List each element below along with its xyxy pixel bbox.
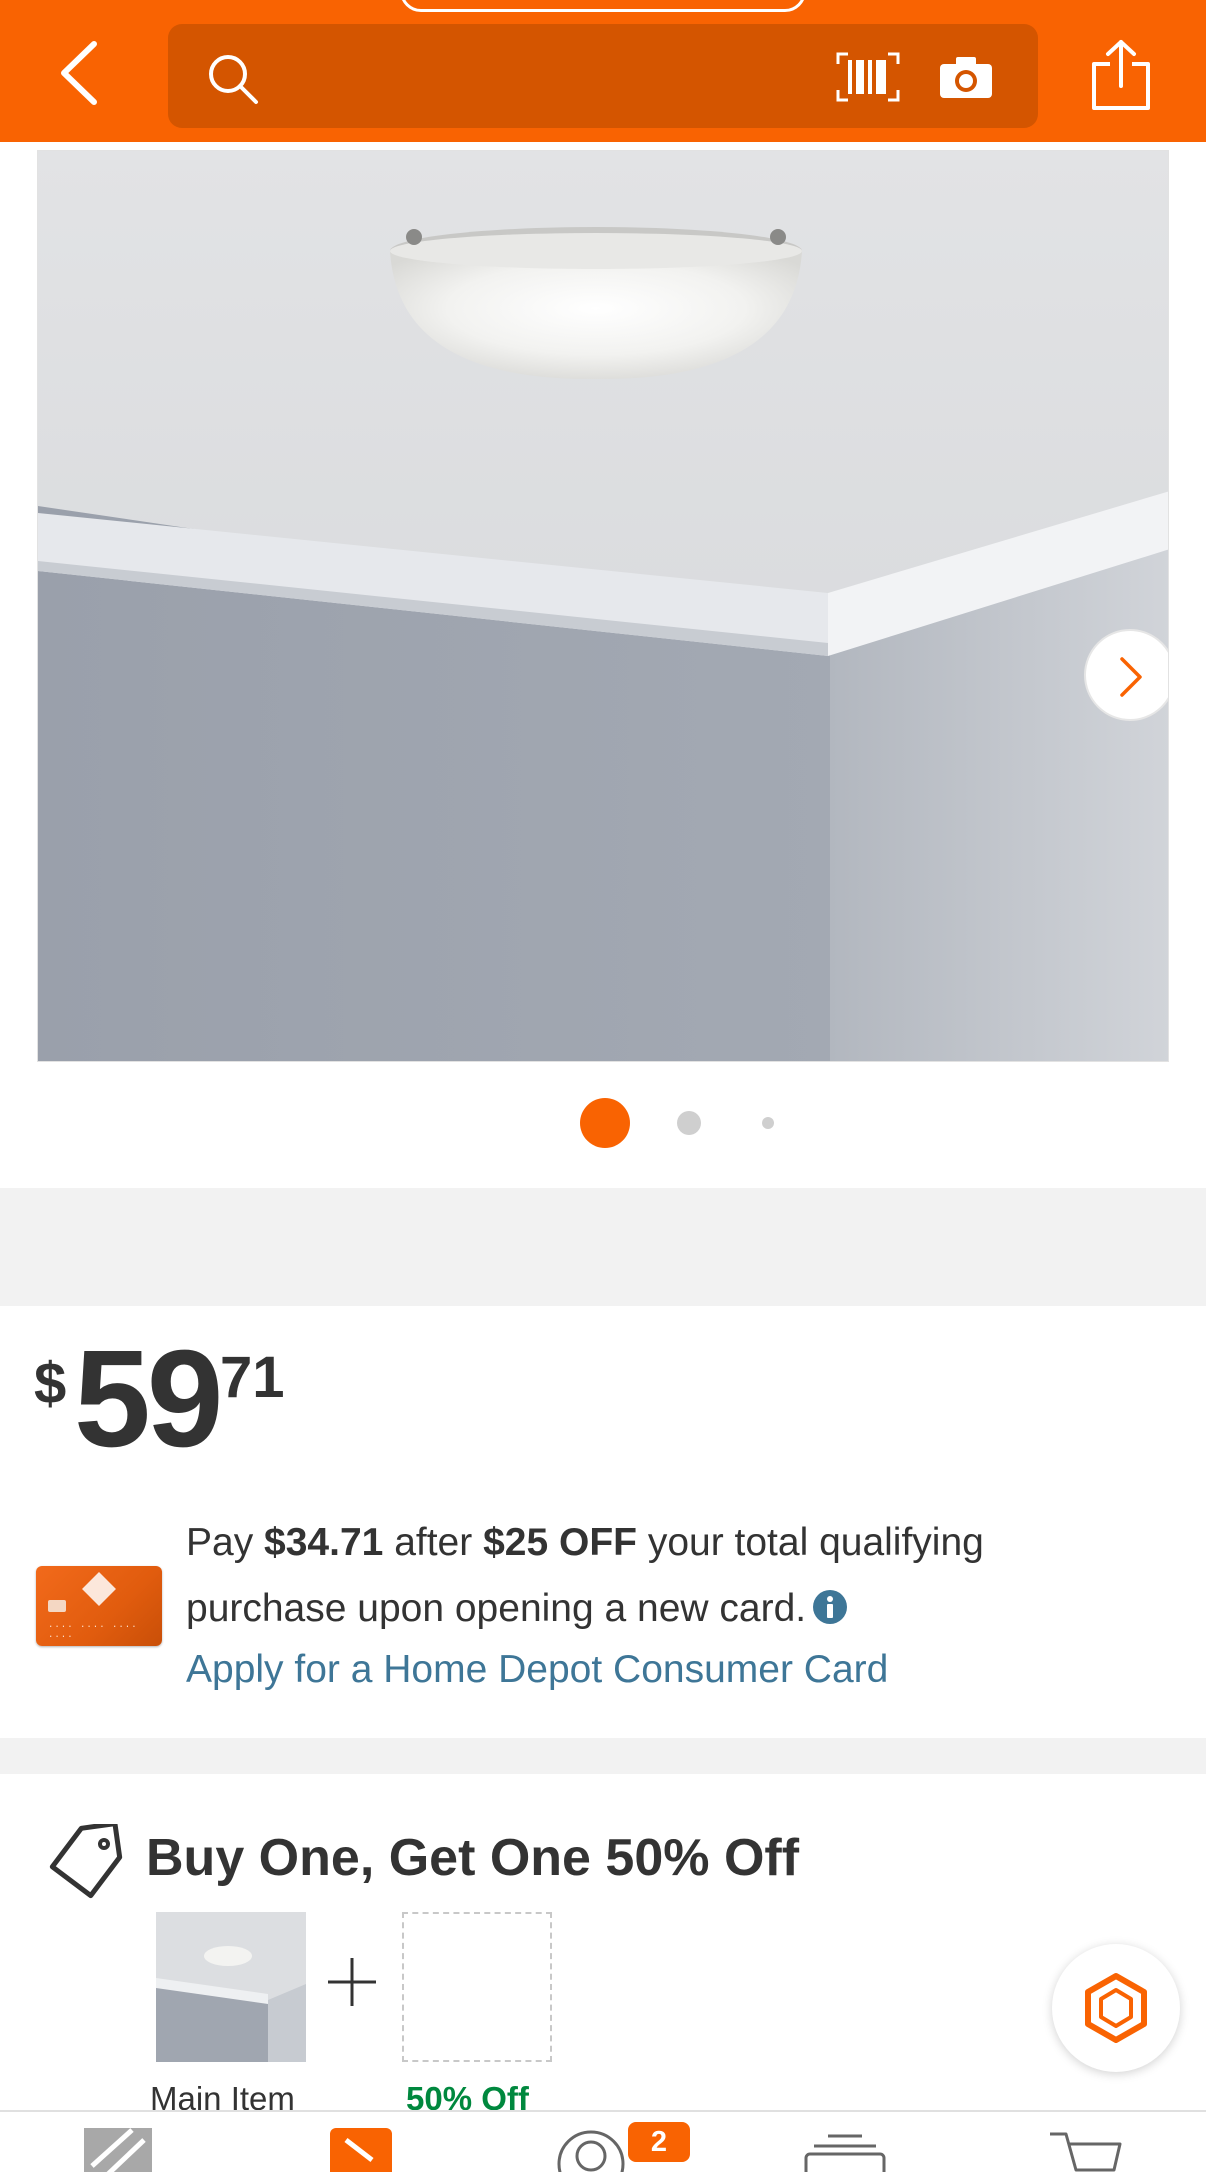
card-chip-icon — [48, 1600, 66, 1612]
back-chevron-icon — [61, 41, 97, 105]
camera-icon[interactable] — [938, 54, 994, 100]
pagination-dot[interactable] — [677, 1111, 701, 1135]
nav-shop[interactable] — [328, 2126, 394, 2172]
section-divider — [0, 1738, 1206, 1774]
section-divider — [0, 1188, 1206, 1306]
price-tag-icon — [49, 1824, 123, 1899]
assistant-button[interactable] — [1052, 1944, 1180, 2072]
ceiling-light-photo — [38, 151, 1168, 1061]
card-number-graphic: ···· ···· ···· ···· — [48, 1622, 138, 1642]
pagination-dot-active[interactable] — [580, 1098, 630, 1148]
pagination-dot[interactable] — [762, 1117, 774, 1129]
chevron-right-icon — [1120, 657, 1142, 697]
home-depot-logo-icon — [84, 2128, 152, 2172]
price-cents: 71 — [220, 1345, 285, 1410]
nav-home[interactable] — [82, 2126, 154, 2172]
barcode-scan-icon[interactable] — [836, 52, 900, 102]
share-icon — [1092, 40, 1150, 110]
image-pagination — [0, 1098, 1206, 1150]
bottom-navigation — [0, 2110, 1206, 2172]
list-icon — [804, 2134, 886, 2172]
add-second-item-slot[interactable] — [402, 1912, 552, 2062]
price-currency: $ — [34, 1351, 67, 1416]
product-page: $ 59 71 ···· ···· ···· ···· Pay $34.71 a… — [0, 0, 1206, 2172]
nav-cart[interactable] — [1048, 2130, 1124, 2172]
search-bar[interactable] — [168, 24, 1038, 128]
search-icon — [209, 55, 258, 104]
user-icon — [557, 2130, 625, 2172]
credit-promo-text: Pay $34.71 after $25 OFF your total qual… — [186, 1521, 984, 1630]
top-bar — [0, 0, 1206, 142]
main-item-thumbnail[interactable] — [156, 1912, 306, 2062]
nav-me[interactable] — [556, 2126, 626, 2172]
plus-icon — [328, 1958, 376, 2006]
price-whole: 59 — [74, 1322, 223, 1476]
nav-lists[interactable] — [802, 2130, 888, 2172]
share-button[interactable] — [1090, 38, 1152, 112]
home-depot-card-image: ···· ···· ···· ···· — [36, 1566, 162, 1646]
status-notch — [400, 0, 806, 12]
home-depot-logo-icon — [82, 1572, 116, 1606]
promo-amount: $34.71 — [264, 1521, 384, 1564]
product-image[interactable] — [37, 150, 1169, 1062]
cart-icon — [1050, 2132, 1122, 2172]
info-icon[interactable] — [812, 1589, 848, 1625]
back-button[interactable] — [52, 38, 112, 108]
ceiling-light-thumbnail — [156, 1912, 306, 2062]
promo-discount: $25 OFF — [483, 1521, 637, 1564]
apply-card-link[interactable]: Apply for a Home Depot Consumer Card — [186, 1648, 888, 1692]
tag-icon — [330, 2128, 392, 2172]
notification-badge: 2 — [628, 2122, 690, 2162]
next-image-button[interactable] — [1084, 629, 1168, 721]
bogo-title: Buy One, Get One 50% Off — [146, 1829, 800, 1887]
hexagon-logo-icon — [1085, 1973, 1147, 2043]
